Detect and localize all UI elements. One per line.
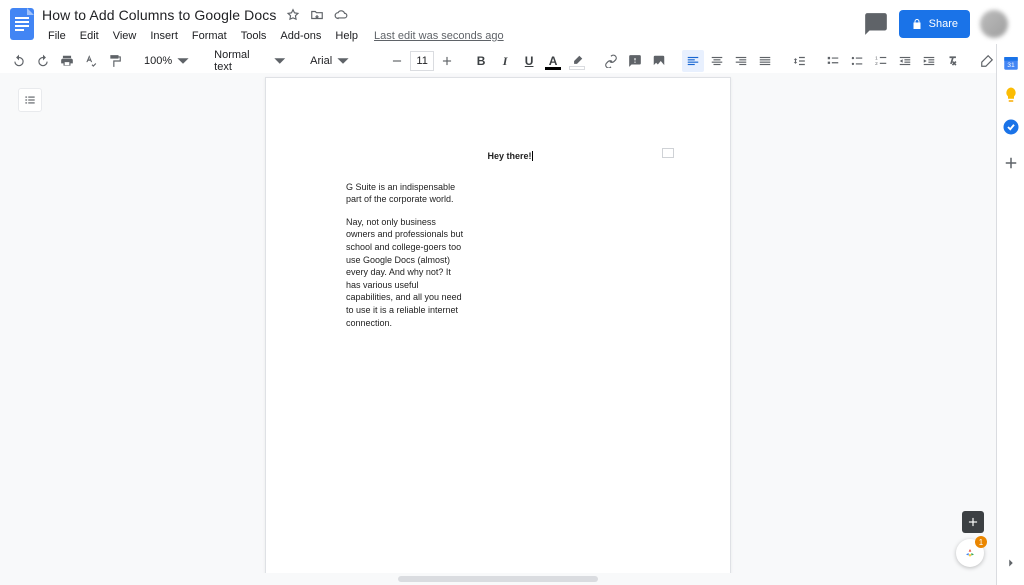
spellcheck-button[interactable]: [80, 50, 102, 72]
insert-image-button[interactable]: [648, 50, 670, 72]
document-paragraph[interactable]: Nay, not only business owners and profes…: [346, 216, 466, 329]
zoom-value: 100%: [144, 55, 172, 67]
font-family-value: Arial: [310, 55, 332, 67]
checklist-button[interactable]: [822, 50, 844, 72]
tasks-addon-icon[interactable]: [1002, 118, 1020, 136]
text-cursor: [532, 151, 533, 161]
paragraph-style-value: Normal text: [214, 49, 268, 73]
calendar-addon-icon[interactable]: 31: [1002, 54, 1020, 72]
insert-comment-button[interactable]: [624, 50, 646, 72]
redo-button[interactable]: [32, 50, 54, 72]
font-family-select[interactable]: Arial: [304, 50, 374, 72]
menu-format[interactable]: Format: [186, 28, 233, 44]
numbered-list-button[interactable]: 12: [870, 50, 892, 72]
insert-link-button[interactable]: [600, 50, 622, 72]
paint-format-button[interactable]: [104, 50, 126, 72]
explore-badge: 1: [975, 536, 987, 548]
menu-addons[interactable]: Add-ons: [274, 28, 327, 44]
line-spacing-button[interactable]: [788, 50, 810, 72]
docs-app-icon[interactable]: [8, 6, 36, 42]
document-paragraph[interactable]: G Suite is an indispensable part of the …: [346, 181, 466, 206]
underline-button[interactable]: U: [518, 50, 540, 72]
menu-file[interactable]: File: [42, 28, 72, 44]
menu-view[interactable]: View: [107, 28, 143, 44]
align-left-button[interactable]: [682, 50, 704, 72]
align-right-button[interactable]: [730, 50, 752, 72]
document-canvas[interactable]: Hey there! G Suite is an indispensable p…: [0, 73, 996, 573]
menu-tools[interactable]: Tools: [235, 28, 273, 44]
side-panel-rail: 31: [996, 44, 1024, 585]
document-heading[interactable]: Hey there!: [346, 150, 674, 163]
svg-text:1: 1: [875, 55, 878, 60]
italic-button[interactable]: I: [494, 50, 516, 72]
new-comment-fab[interactable]: [962, 511, 984, 533]
print-button[interactable]: [56, 50, 78, 72]
zoom-select[interactable]: 100%: [138, 50, 196, 72]
clear-formatting-button[interactable]: [942, 50, 964, 72]
decrease-indent-button[interactable]: [894, 50, 916, 72]
svg-text:2: 2: [875, 61, 878, 66]
cloud-status-icon[interactable]: [334, 8, 348, 22]
horizontal-scrollbar[interactable]: [0, 573, 996, 585]
menu-insert[interactable]: Insert: [144, 28, 184, 44]
text-color-button[interactable]: A: [542, 50, 564, 72]
star-icon[interactable]: [286, 8, 300, 22]
share-button-label: Share: [929, 18, 958, 30]
font-size-input[interactable]: 11: [410, 51, 434, 71]
add-addon-button[interactable]: [1002, 154, 1020, 172]
align-center-button[interactable]: [706, 50, 728, 72]
keep-addon-icon[interactable]: [1002, 86, 1020, 104]
toolbar: 100% Normal text Arial 11 B I U A 12: [0, 46, 1024, 76]
move-icon[interactable]: [310, 8, 324, 22]
bold-button[interactable]: B: [470, 50, 492, 72]
explore-button[interactable]: 1: [956, 539, 984, 567]
align-justify-button[interactable]: [754, 50, 776, 72]
hide-side-panel-button[interactable]: [1004, 556, 1018, 575]
document-title[interactable]: How to Add Columns to Google Docs: [42, 7, 276, 23]
menu-edit[interactable]: Edit: [74, 28, 105, 44]
border-color-button[interactable]: [976, 50, 998, 72]
account-avatar[interactable]: [980, 10, 1008, 38]
document-page[interactable]: Hey there! G Suite is an indispensable p…: [265, 77, 731, 573]
document-body[interactable]: Hey there! G Suite is an indispensable p…: [346, 150, 674, 339]
menu-help[interactable]: Help: [329, 28, 364, 44]
menu-bar: File Edit View Insert Format Tools Add-o…: [42, 26, 857, 46]
increase-indent-button[interactable]: [918, 50, 940, 72]
font-size-decrease[interactable]: [386, 50, 408, 72]
last-edit-link[interactable]: Last edit was seconds ago: [374, 30, 504, 42]
bulleted-list-button[interactable]: [846, 50, 868, 72]
undo-button[interactable]: [8, 50, 30, 72]
share-button[interactable]: Share: [899, 10, 970, 38]
svg-text:31: 31: [1007, 62, 1015, 69]
comments-history-button[interactable]: [863, 11, 889, 37]
paragraph-style-select[interactable]: Normal text: [208, 50, 292, 72]
font-size-increase[interactable]: [436, 50, 458, 72]
highlight-color-button[interactable]: [566, 50, 588, 72]
show-outline-button[interactable]: [18, 88, 42, 112]
